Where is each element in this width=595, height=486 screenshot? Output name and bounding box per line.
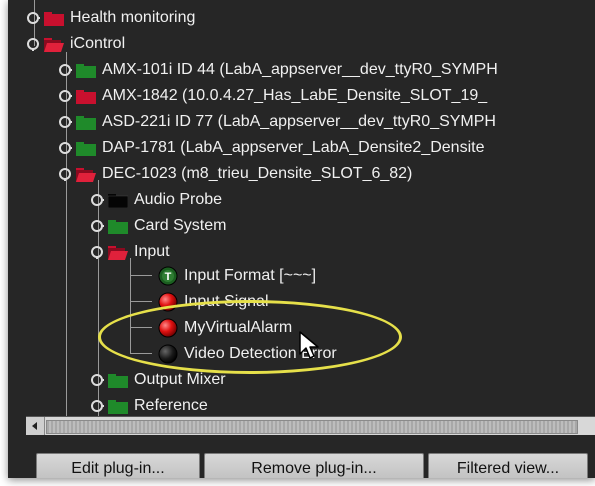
scrollbar-thumb[interactable] bbox=[46, 420, 578, 434]
svg-text:T: T bbox=[165, 271, 172, 283]
tree-connector bbox=[130, 258, 131, 354]
collapsed-toggle-icon[interactable] bbox=[90, 399, 104, 413]
collapsed-toggle-icon[interactable] bbox=[90, 373, 104, 387]
collapsed-toggle-icon[interactable] bbox=[58, 63, 72, 77]
tree-panel: Health monitoring iControl AMX-101i ID 4… bbox=[8, 0, 595, 478]
folder-green-icon bbox=[76, 64, 96, 78]
folder-green-icon bbox=[108, 400, 128, 414]
tree-item-label: ASD-221i ID 77 (LabA_appserver__dev_ttyR… bbox=[102, 113, 496, 130]
folder-green-icon bbox=[108, 220, 128, 234]
remove-plugin-button[interactable]: Remove plug-in... bbox=[204, 453, 424, 478]
tree-connector bbox=[130, 275, 152, 276]
folder-red-icon bbox=[44, 12, 64, 26]
alarm-black-icon bbox=[158, 344, 178, 364]
tree-item-label: Card System bbox=[134, 217, 227, 234]
tree-item-label: Health monitoring bbox=[70, 9, 196, 26]
open-folder-red-icon bbox=[76, 168, 96, 182]
filtered-view-button[interactable]: Filtered view... bbox=[428, 453, 588, 478]
tree-connector bbox=[130, 353, 152, 354]
collapsed-toggle-icon[interactable] bbox=[58, 89, 72, 103]
expanded-toggle-icon[interactable] bbox=[90, 245, 104, 259]
open-folder-red-icon bbox=[108, 246, 128, 260]
text-alarm-green-icon: T bbox=[158, 266, 178, 286]
tree-view[interactable]: Health monitoring iControl AMX-101i ID 4… bbox=[8, 0, 595, 416]
tree-connector bbox=[66, 170, 67, 416]
expanded-toggle-icon[interactable] bbox=[26, 37, 40, 51]
edit-plugin-button[interactable]: Edit plug-in... bbox=[36, 453, 200, 478]
tree-item-label: Output Mixer bbox=[134, 371, 226, 388]
scroll-left-button[interactable] bbox=[26, 417, 45, 435]
folder-green-icon bbox=[108, 374, 128, 388]
folder-black-icon bbox=[108, 194, 128, 208]
tree-item-label: Input Signal bbox=[184, 293, 269, 310]
tree-connector bbox=[130, 301, 152, 302]
tree-item-label: AMX-101i ID 44 (LabA_appserver__dev_ttyR… bbox=[102, 61, 498, 78]
collapsed-toggle-icon[interactable] bbox=[90, 219, 104, 233]
horizontal-scrollbar[interactable] bbox=[26, 416, 595, 435]
collapsed-toggle-icon[interactable] bbox=[26, 11, 40, 25]
tree-item-label: DEC-1023 (m8_trieu_Densite_SLOT_6_82) bbox=[102, 165, 413, 182]
tree-item-label: Input bbox=[134, 243, 170, 260]
expanded-toggle-icon[interactable] bbox=[58, 167, 72, 181]
alarm-red-icon bbox=[158, 318, 178, 338]
collapsed-toggle-icon[interactable] bbox=[58, 115, 72, 129]
open-folder-red-icon bbox=[44, 38, 64, 52]
folder-green-icon bbox=[76, 142, 96, 156]
folder-green-icon bbox=[76, 116, 96, 130]
button-bar: Edit plug-in... Remove plug-in... Filter… bbox=[8, 436, 595, 478]
tree-item-label: MyVirtualAlarm bbox=[184, 319, 293, 336]
tree-item-label: Reference bbox=[134, 397, 208, 414]
arrow-left-icon bbox=[32, 422, 37, 430]
collapsed-toggle-icon[interactable] bbox=[90, 193, 104, 207]
collapsed-toggle-icon[interactable] bbox=[58, 141, 72, 155]
tree-item-label: Video Detection Error bbox=[184, 345, 337, 362]
tree-item-label: Audio Probe bbox=[134, 191, 223, 208]
alarm-red-icon bbox=[158, 292, 178, 312]
tree-item-label: iControl bbox=[70, 35, 126, 52]
tree-item-label: Input Format [~~~] bbox=[184, 267, 317, 284]
folder-red-icon bbox=[76, 90, 96, 104]
tree-item-label: DAP-1781 (LabA_appserver_LabA_Densite2_D… bbox=[102, 139, 485, 156]
tree-item-label: AMX-1842 (10.0.4.27_Has_LabE_Densite_SLO… bbox=[102, 87, 488, 104]
tree-connector bbox=[130, 327, 152, 328]
